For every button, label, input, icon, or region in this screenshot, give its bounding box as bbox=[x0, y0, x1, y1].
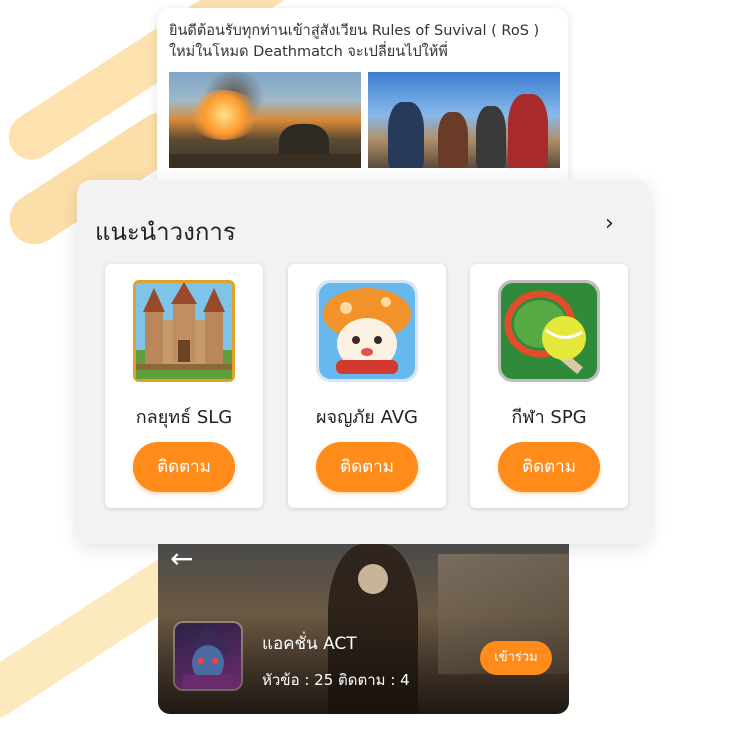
post-image-characters[interactable] bbox=[368, 72, 560, 168]
post-card[interactable]: ยินดีต้อนรับทุกท่านเข้าสู่สังเวียน Rules… bbox=[157, 8, 568, 188]
game-card-adventure[interactable]: ผจญภัย AVG ติดตาม bbox=[288, 264, 446, 508]
chevron-right-icon[interactable]: › bbox=[605, 211, 614, 236]
arrow-left-icon[interactable]: ← bbox=[170, 544, 193, 575]
castle-icon bbox=[133, 280, 235, 382]
follow-button[interactable]: ติดตาม bbox=[133, 442, 235, 492]
follow-button[interactable]: ติดตาม bbox=[316, 442, 418, 492]
post-text: ยินดีต้อนรับทุกท่านเข้าสู่สังเวียน Rules… bbox=[169, 23, 540, 60]
avatar bbox=[175, 623, 241, 689]
join-button[interactable]: เข้าร่วม bbox=[480, 641, 552, 675]
banner-stats: หัวข้อ : 25 ติดตาม : 4 bbox=[262, 671, 410, 689]
recommend-panel: แนะนำวงการ › กลยุทธ์ SLG ติดตาม ผจญภัย A… bbox=[77, 180, 650, 544]
banner-title: แอคชั่น ACT bbox=[262, 634, 357, 654]
follow-button[interactable]: ติดตาม bbox=[498, 442, 600, 492]
tennis-icon bbox=[498, 280, 600, 382]
game-name: ผจญภัย AVG bbox=[316, 407, 418, 428]
post-image-explosion[interactable] bbox=[169, 72, 361, 168]
game-card-strategy[interactable]: กลยุทธ์ SLG ติดตาม bbox=[105, 264, 263, 508]
category-banner[interactable]: ← แอคชั่น ACT หัวข้อ : 25 ติดตาม : 4 เข้… bbox=[158, 544, 569, 714]
mushroom-icon bbox=[316, 280, 418, 382]
panel-title: แนะนำวงการ bbox=[95, 218, 236, 246]
game-name: กลยุทธ์ SLG bbox=[135, 407, 233, 428]
game-name: กีฬา SPG bbox=[511, 407, 587, 428]
game-card-sports[interactable]: กีฬา SPG ติดตาม bbox=[470, 264, 628, 508]
